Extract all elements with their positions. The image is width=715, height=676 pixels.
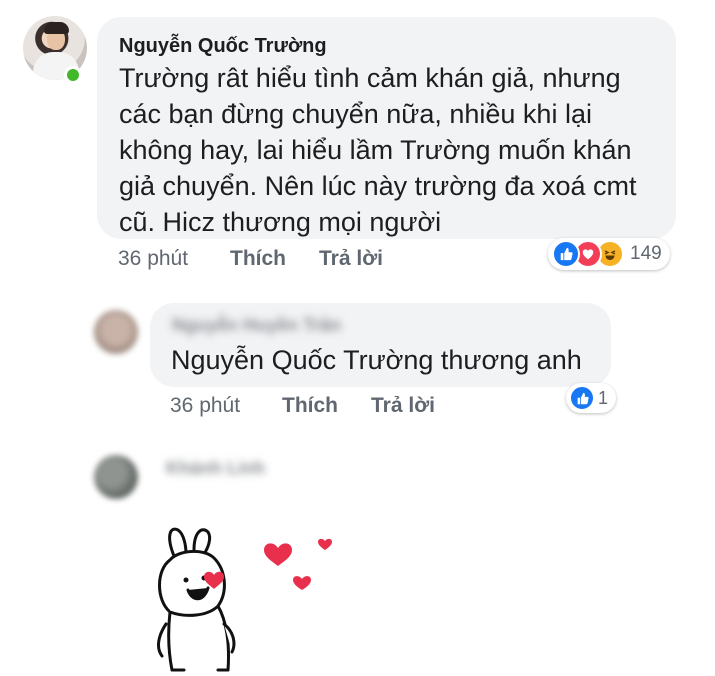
bunny-hearts-sticker[interactable]	[148, 520, 348, 676]
reply-button[interactable]: Trả lời	[319, 247, 383, 271]
comment-timestamp[interactable]: 36 phút	[170, 394, 240, 418]
like-button[interactable]: Thích	[282, 394, 338, 418]
heart-icon	[264, 543, 292, 566]
comment-text: Nguyễn Quốc Trường thương anh	[171, 345, 582, 375]
like-icon	[552, 240, 580, 268]
reaction-count: 149	[630, 243, 662, 264]
reaction-summary[interactable]: 149	[548, 238, 670, 270]
comment-author[interactable]: Nguyễn Huyền Trân	[172, 315, 341, 336]
heart-icon	[293, 576, 311, 590]
online-status-icon	[64, 66, 82, 84]
comment-author[interactable]: Nguyễn Quốc Trường	[119, 35, 327, 58]
avatar[interactable]	[94, 310, 138, 354]
like-icon	[569, 385, 595, 411]
reply-button[interactable]: Trả lời	[371, 394, 435, 418]
like-button[interactable]: Thích	[230, 247, 286, 271]
bunny-icon	[157, 527, 236, 672]
comment-text: Trường rât hiểu tình cảm khán giả, nhưng…	[119, 63, 637, 237]
comment-author[interactable]: Khánh Linh	[166, 458, 265, 479]
avatar[interactable]	[94, 455, 138, 499]
comment-timestamp[interactable]: 36 phút	[118, 247, 188, 271]
reaction-summary[interactable]: 1	[566, 383, 617, 413]
reaction-count: 1	[598, 387, 609, 408]
heart-icon	[318, 538, 332, 550]
avatar-hair	[44, 22, 69, 34]
